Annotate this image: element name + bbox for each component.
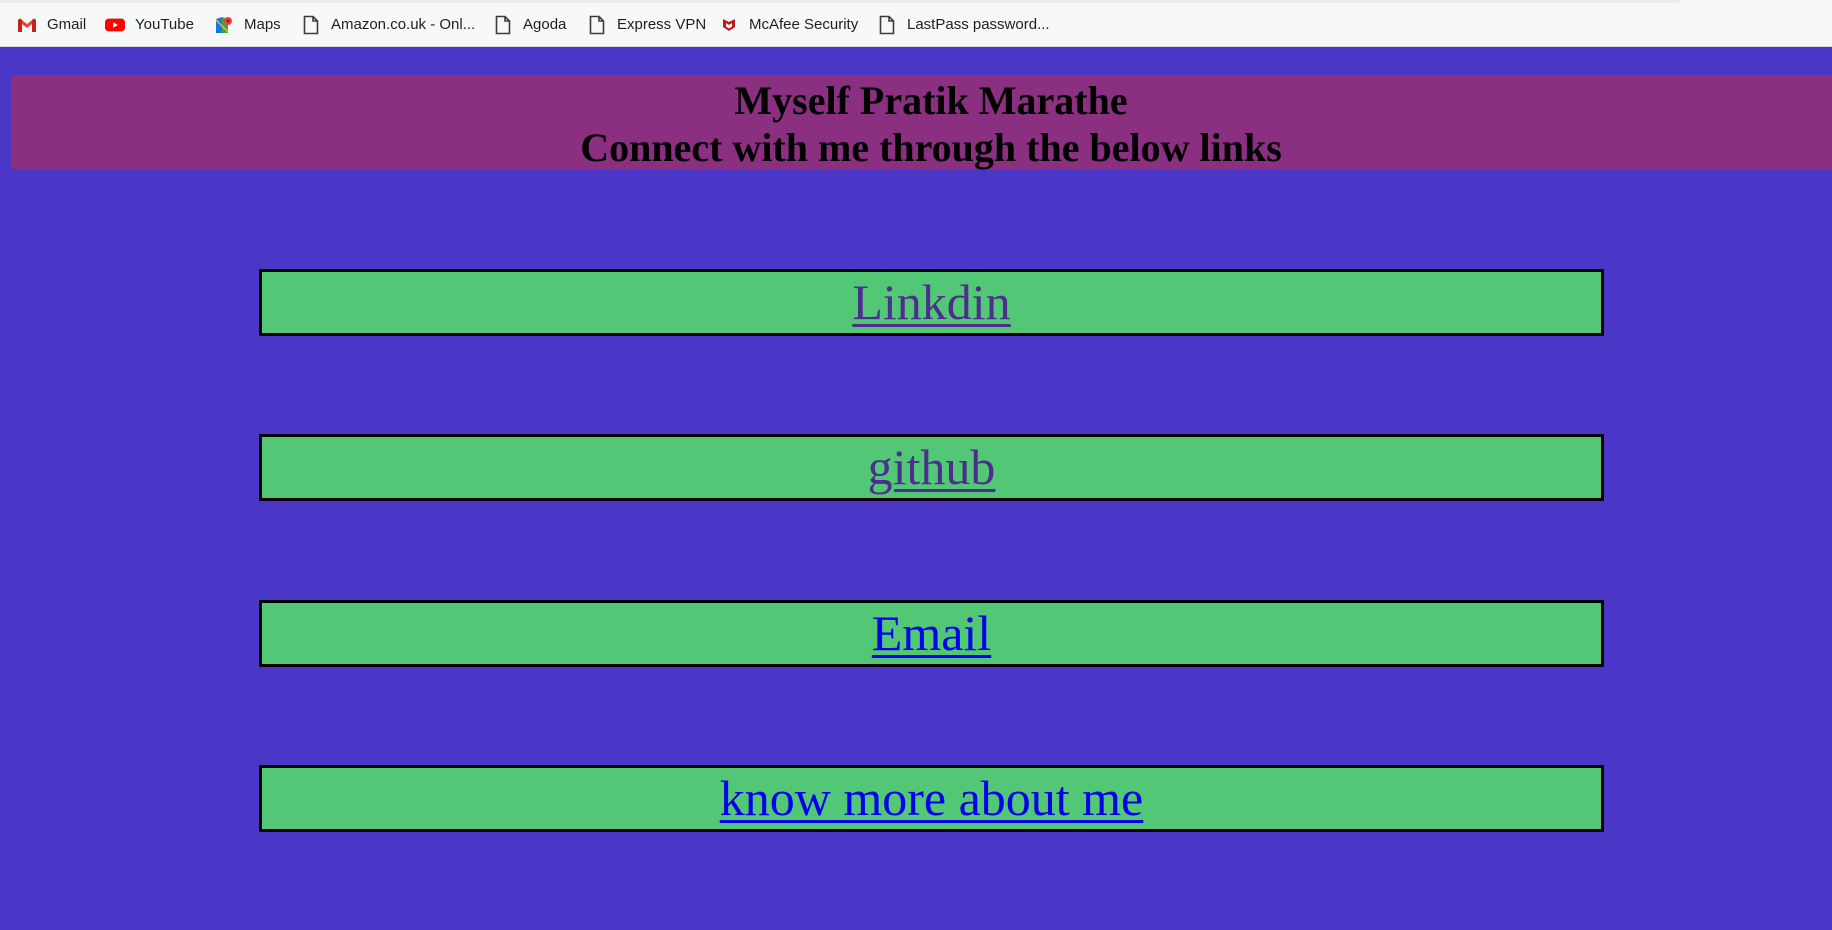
about-link-box: know more about me — [259, 765, 1604, 832]
bookmark-agoda[interactable]: Agoda — [493, 14, 566, 36]
bookmark-label: Maps — [244, 16, 281, 33]
email-link[interactable]: Email — [872, 605, 991, 661]
bookmark-lastpass[interactable]: LastPass password... — [877, 14, 1050, 36]
maps-icon — [214, 15, 234, 35]
bookmark-express-vpn[interactable]: Express VPN — [587, 14, 706, 36]
page-icon — [493, 15, 513, 35]
youtube-icon — [105, 15, 125, 35]
tab-strip-edge — [0, 0, 1680, 3]
bookmark-label: Amazon.co.uk - Onl... — [331, 16, 476, 33]
bookmark-label: Express VPN — [617, 16, 707, 33]
linkedin-link[interactable]: Linkdin — [852, 274, 1010, 330]
bookmark-youtube[interactable]: YouTube — [105, 14, 194, 36]
page-icon — [301, 15, 321, 35]
page-icon — [877, 15, 897, 35]
mcafee-icon — [719, 15, 739, 35]
linkedin-link-box: Linkdin — [259, 269, 1604, 336]
about-me-link[interactable]: know more about me — [720, 770, 1144, 826]
bookmark-label: Agoda — [523, 16, 567, 33]
page-title: Myself Pratik Marathe — [734, 78, 1128, 123]
github-link-box: github — [259, 434, 1604, 501]
bookmark-mcafee[interactable]: McAfee Security — [719, 14, 858, 36]
page-icon — [587, 15, 607, 35]
bookmark-label: LastPass password... — [907, 16, 1050, 33]
bookmark-maps[interactable]: Maps — [214, 14, 281, 36]
header-banner: Myself Pratik Marathe Connect with me th… — [11, 75, 1832, 170]
bookmark-label: Gmail — [47, 16, 87, 33]
bookmark-label: YouTube — [135, 16, 194, 33]
page-subtitle: Connect with me through the below links — [580, 125, 1282, 170]
bookmark-gmail[interactable]: Gmail — [17, 14, 86, 36]
github-link[interactable]: github — [868, 439, 996, 495]
gmail-icon — [17, 15, 37, 35]
email-link-box: Email — [259, 600, 1604, 667]
bookmarks-bar: Gmail YouTube Maps Amazon.co.uk - Onl...… — [0, 0, 1832, 47]
bookmark-label: McAfee Security — [749, 16, 859, 33]
bookmark-amazon[interactable]: Amazon.co.uk - Onl... — [301, 14, 475, 36]
